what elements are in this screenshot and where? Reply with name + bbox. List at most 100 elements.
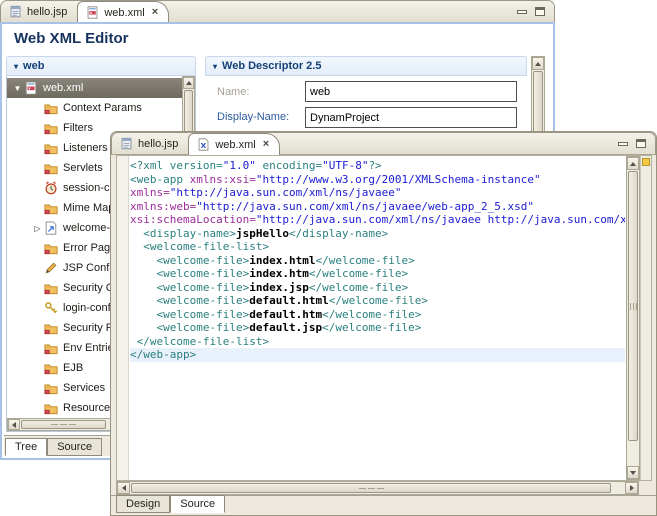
tree-item-label: web.xml [43,82,83,94]
code-token: <web-app [130,173,190,186]
back-editor-tab-bar: hello.jsp web.xml × [0,0,555,23]
code-token: ?> [368,159,381,172]
webxml-file-icon [86,6,99,19]
code-line[interactable]: </web-app> [130,348,625,362]
jsp-file-icon [9,5,22,18]
scroll-up-button[interactable] [183,77,194,89]
scroll-right-button[interactable] [625,482,638,494]
code-line[interactable]: <welcome-file>index.html</welcome-file> [130,254,625,268]
tab-web-xml-front[interactable]: X web.xml × [188,133,280,155]
annotation-ruler[interactable] [117,156,129,480]
code-line[interactable]: <welcome-file-list> [130,240,625,254]
code-token: index.jsp [249,281,309,294]
scroll-up-button[interactable] [532,57,544,70]
tab-design[interactable]: Design [116,495,170,513]
minimize-button[interactable] [618,142,628,146]
code-token: index.html [249,254,315,267]
arrow-left-icon [12,422,16,428]
code-line[interactable]: xsi:schemaLocation="http://java.sun.com/… [130,213,625,227]
folder-icon [44,201,58,215]
tab-tree[interactable]: Tree [5,438,47,456]
annotation-marker-icon[interactable] [642,158,650,166]
scrollbar-thumb[interactable] [628,171,638,441]
arrow-down-icon [630,471,636,475]
chevron-down-icon: ▾ [213,62,217,71]
tab-label: Source [57,441,92,453]
overview-ruler[interactable] [640,156,651,480]
scroll-left-button[interactable] [117,482,130,494]
arrow-up-icon [535,62,541,66]
tree-item-label: Resources [63,402,116,414]
restore-icon [535,7,545,16]
folder-icon [44,241,58,255]
expander-icon[interactable]: ▷ [31,224,44,233]
code-token: encoding= [256,159,322,172]
tab-source-front[interactable]: Source [170,495,225,513]
folder-icon [44,381,58,395]
code-line[interactable]: <welcome-file>default.jsp</welcome-file> [130,321,625,335]
scrollbar-thumb[interactable] [131,483,611,493]
code-token: xmlns:xsi= [190,173,256,186]
editor-vertical-scrollbar[interactable] [626,156,640,480]
chevron-down-icon: ▾ [14,62,18,71]
code-token: <display-name> [130,227,236,240]
code-token: <welcome-file> [130,281,249,294]
code-line[interactable]: xmlns="http://java.sun.com/xml/ns/javaee… [130,186,625,200]
code-line[interactable]: <welcome-file>default.html</welcome-file… [130,294,625,308]
tree-item-web-xml[interactable]: ▼ web.xml [7,78,182,98]
code-token: jspHello [236,227,289,240]
code-line[interactable]: <welcome-file>index.jsp</welcome-file> [130,281,625,295]
arrow-up-icon [186,81,192,85]
descriptor-section-header[interactable]: ▾ Web Descriptor 2.5 [205,56,527,76]
scroll-up-button[interactable] [627,157,639,170]
tab-label: Tree [15,441,37,453]
tree-item-label: EJB [63,362,83,374]
code-line[interactable]: </welcome-file-list> [130,335,625,349]
tab-label: Design [126,498,160,510]
tab-label: web.xml [215,139,255,151]
code-token: <welcome-file> [130,321,249,334]
tree-section-label: web [23,60,44,72]
tree-section-header[interactable]: ▾ web [6,56,196,76]
code-token: <welcome-file> [130,254,249,267]
folder-icon [44,101,58,115]
editor-horizontal-scrollbar[interactable] [116,481,639,495]
tree-item-context-params[interactable]: Context Params [7,98,182,118]
tab-hello-jsp-front[interactable]: hello.jsp [112,133,188,154]
display-name-field-label: Display-Name: [217,111,289,123]
scroll-down-button[interactable] [627,466,639,479]
tab-hello-jsp[interactable]: hello.jsp [1,1,77,22]
xml-source-editor: <?xml version="1.0" encoding="UTF-8"?><w… [116,155,652,481]
code-area[interactable]: <?xml version="1.0" encoding="UTF-8"?><w… [130,156,625,480]
restore-button[interactable] [636,139,646,148]
tab-source-back[interactable]: Source [47,438,102,456]
restore-button[interactable] [535,7,545,16]
code-token: <welcome-file> [130,308,249,321]
code-line[interactable]: xmlns:web="http://java.sun.com/xml/ns/ja… [130,200,625,214]
svg-text:X: X [201,141,207,150]
scroll-left-button[interactable] [8,419,20,430]
code-token: "http://java.sun.com/xml/ns/javaee http:… [256,213,625,226]
minimize-button[interactable] [517,10,527,14]
code-line[interactable]: <welcome-file>default.htm</welcome-file> [130,308,625,322]
jsp-file-icon [120,137,133,150]
name-field[interactable] [305,81,517,102]
code-token: <?xml version= [130,159,223,172]
xml-file-icon: X [197,138,210,151]
code-line[interactable]: <display-name>jspHello</display-name> [130,227,625,241]
tab-web-xml[interactable]: web.xml × [77,1,169,23]
code-token: </display-name> [289,227,388,240]
code-token: </welcome-file-list> [130,335,269,348]
close-icon[interactable]: × [263,139,269,150]
code-line[interactable]: <web-app xmlns:xsi="http://www.w3.org/20… [130,173,625,187]
code-token: default.html [249,294,328,307]
display-name-field[interactable] [305,107,517,128]
close-icon[interactable]: × [152,7,158,18]
code-token: </welcome-file> [322,308,421,321]
scrollbar-thumb[interactable] [21,420,106,429]
expander-icon[interactable]: ▼ [11,84,24,93]
code-line[interactable]: <?xml version="1.0" encoding="UTF-8"?> [130,159,625,173]
code-token: default.htm [249,308,322,321]
code-token: "http://java.sun.com/xml/ns/javaee" [170,186,402,199]
code-line[interactable]: <welcome-file>index.htm</welcome-file> [130,267,625,281]
